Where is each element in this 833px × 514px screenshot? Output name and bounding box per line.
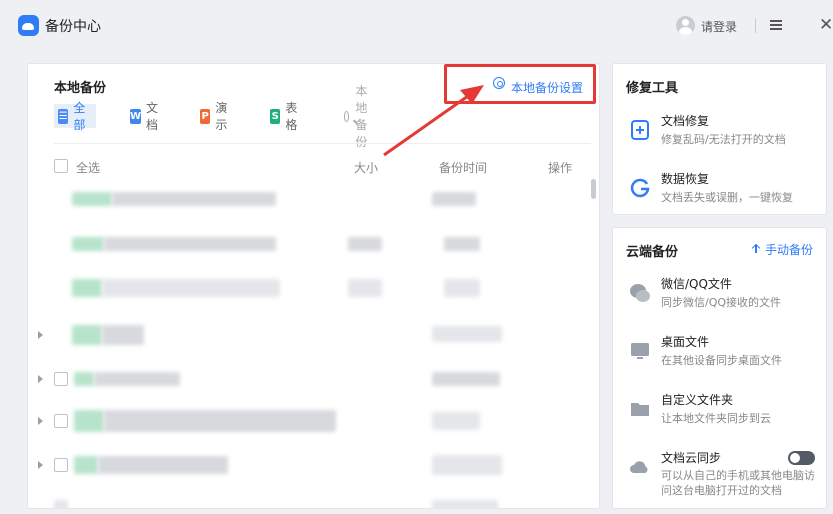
search-placeholder: 本地备份 — [355, 84, 368, 149]
avatar-icon[interactable] — [676, 16, 695, 35]
custom-folder-desc: 让本地文件夹同步到云 — [661, 412, 771, 425]
desktop-icon — [631, 343, 649, 359]
document-repair-title: 文档修复 — [661, 114, 710, 128]
document-repair-desc: 修复乱码/无法打开的文档 — [661, 133, 786, 146]
row-checkbox[interactable] — [54, 458, 68, 472]
expand-arrow-icon[interactable] — [38, 461, 43, 469]
tab-all-label: 全部 — [73, 101, 86, 132]
action-column-header: 操作 — [548, 161, 573, 175]
folder-icon — [631, 403, 649, 416]
upload-icon — [751, 244, 761, 255]
tab-all[interactable]: ☰ 全部 — [54, 101, 97, 132]
data-recovery-item[interactable]: 数据恢复 文档丢失或误删，一键恢复 — [613, 168, 826, 212]
table-header: 全选 大小 备份时间 操作 — [54, 156, 594, 176]
cloud-backup-panel: 云端备份 手动备份 微信/QQ文件 同步微信/QQ接收的文件 桌面文件 在其他设… — [612, 227, 827, 509]
titlebar-divider — [755, 18, 756, 33]
chat-icon — [630, 284, 650, 302]
local-backup-settings-button[interactable]: 本地备份设置 — [444, 64, 596, 104]
row-checkbox[interactable] — [54, 372, 68, 386]
local-backup-panel: 本地备份 本地备份设置 ☰ 全部 W 文档 P 演示 S 表格 本地备份 全选 … — [27, 63, 600, 509]
wechat-qq-title: 微信/QQ文件 — [661, 277, 732, 291]
hamburger-menu-icon[interactable] — [770, 20, 782, 30]
gear-icon — [493, 77, 505, 89]
document-repair-item[interactable]: 文档修复 修复乱码/无法打开的文档 — [613, 110, 826, 154]
size-column-header: 大小 — [354, 161, 379, 175]
desktop-files-desc: 在其他设备同步桌面文件 — [661, 354, 782, 367]
manual-backup-button[interactable]: 手动备份 — [751, 241, 813, 258]
tab-documents-label: 文档 — [146, 101, 159, 132]
search-input[interactable]: 本地备份 — [344, 84, 373, 149]
custom-folder-item[interactable]: 自定义文件夹 让本地文件夹同步到云 — [613, 389, 826, 433]
expand-arrow-icon[interactable] — [38, 331, 43, 339]
wechat-qq-desc: 同步微信/QQ接收的文件 — [661, 296, 782, 309]
data-recovery-desc: 文档丢失或误删，一键恢复 — [661, 191, 793, 204]
table-row[interactable] — [28, 322, 599, 348]
expand-arrow-icon[interactable] — [38, 375, 43, 383]
login-link[interactable]: 请登录 — [701, 18, 737, 35]
data-recovery-icon — [630, 178, 650, 198]
select-all-checkbox[interactable] — [54, 159, 68, 173]
document-cloud-sync-desc: 可以从自己的手机或其他电脑访问这台电脑打开过的文档 — [661, 469, 815, 497]
tab-presentations-label: 演示 — [215, 101, 228, 132]
document-repair-icon — [631, 120, 649, 140]
custom-folder-title: 自定义文件夹 — [661, 393, 734, 407]
repair-tools-title: 修复工具 — [626, 81, 679, 96]
table-row[interactable] — [28, 276, 599, 302]
local-backup-title: 本地备份 — [54, 81, 107, 96]
table-row[interactable] — [28, 408, 599, 434]
desktop-files-title: 桌面文件 — [661, 335, 710, 349]
search-icon — [344, 110, 350, 122]
table-row[interactable] — [28, 188, 599, 214]
app-logo-icon — [18, 15, 39, 36]
manual-backup-label: 手动备份 — [765, 243, 814, 257]
tab-spreadsheets[interactable]: S 表格 — [266, 101, 308, 132]
table-row[interactable] — [28, 232, 599, 258]
settings-label: 本地备份设置 — [511, 81, 584, 95]
cloud-sync-toggle[interactable] — [788, 451, 815, 465]
app-title: 备份中心 — [45, 19, 101, 35]
cloud-backup-title: 云端备份 — [626, 245, 679, 260]
presentation-icon: P — [200, 108, 211, 124]
list-icon: ☰ — [58, 108, 69, 124]
time-column-header: 备份时间 — [439, 161, 488, 175]
data-recovery-title: 数据恢复 — [661, 172, 710, 186]
row-checkbox[interactable] — [54, 414, 68, 428]
document-cloud-sync-title: 文档云同步 — [661, 451, 722, 465]
close-icon[interactable]: ✕ — [819, 16, 833, 34]
tab-presentations[interactable]: P 演示 — [196, 101, 238, 132]
title-bar: 备份中心 请登录 ✕ — [0, 0, 833, 52]
cloud-sync-icon — [630, 461, 648, 473]
expand-arrow-icon[interactable] — [38, 417, 43, 425]
tab-spreadsheets-label: 表格 — [285, 101, 298, 132]
header-divider — [54, 143, 591, 144]
select-all-label: 全选 — [76, 161, 101, 175]
repair-tools-panel: 修复工具 文档修复 修复乱码/无法打开的文档 数据恢复 文档丢失或误删，一键恢复 — [612, 63, 827, 215]
wechat-qq-files-item[interactable]: 微信/QQ文件 同步微信/QQ接收的文件 — [613, 273, 826, 317]
desktop-files-item[interactable]: 桌面文件 在其他设备同步桌面文件 — [613, 331, 826, 375]
table-row[interactable] — [28, 494, 599, 508]
document-cloud-sync-item[interactable]: 文档云同步 可以从自己的手机或其他电脑访问这台电脑打开过的文档 — [613, 447, 826, 507]
spreadsheet-icon: S — [270, 108, 281, 124]
table-row[interactable] — [28, 366, 599, 392]
table-row[interactable] — [28, 452, 599, 478]
tab-documents[interactable]: W 文档 — [126, 101, 168, 132]
word-icon: W — [130, 108, 142, 124]
